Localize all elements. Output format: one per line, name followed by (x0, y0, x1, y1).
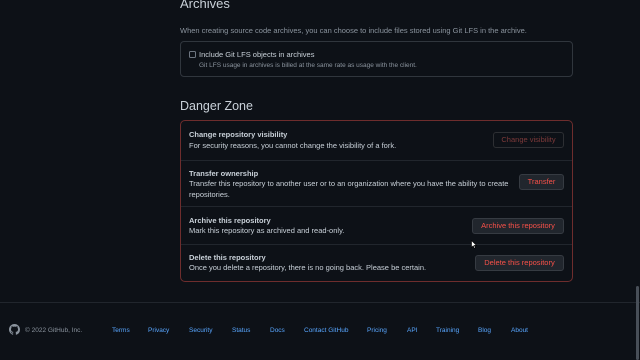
page-scrollbar[interactable] (636, 286, 639, 360)
footer-link-security[interactable]: Security (189, 326, 212, 335)
footer-link-training[interactable]: Training (436, 326, 459, 335)
danger-row-description: For security reasons, you cannot change … (189, 141, 397, 150)
footer-copyright: © 2022 GitHub, Inc. (25, 327, 83, 334)
archives-description: When creating source code archives, you … (180, 26, 527, 35)
include-lfs-note: Git LFS usage in archives is billed at t… (199, 62, 417, 69)
danger-row-description: Transfer this repository to another user… (189, 179, 509, 199)
danger-row-transfer: Transfer ownership Transfer this reposit… (181, 161, 572, 207)
footer-link-terms[interactable]: Terms (112, 326, 130, 335)
footer-link-blog[interactable]: Blog (478, 326, 491, 335)
footer-link-pricing[interactable]: Pricing (367, 326, 387, 335)
danger-row-visibility: Change repository visibility For securit… (181, 121, 572, 161)
danger-row-title: Transfer ownership (189, 169, 259, 178)
danger-row-description: Mark this repository as archived and rea… (189, 226, 345, 235)
github-mark-icon[interactable] (9, 324, 20, 335)
site-footer: © 2022 GitHub, Inc. Terms Privacy Securi… (0, 302, 640, 360)
danger-row-description: Once you delete a repository, there is n… (189, 263, 427, 272)
danger-row-title: Change repository visibility (189, 130, 288, 139)
footer-link-privacy[interactable]: Privacy (148, 326, 169, 335)
danger-zone-heading: Danger Zone (180, 99, 253, 113)
footer-link-contact[interactable]: Contact GitHub (304, 326, 348, 335)
include-lfs-checkbox[interactable] (189, 51, 196, 58)
danger-zone-box: Change repository visibility For securit… (180, 120, 573, 282)
footer-link-about[interactable]: About (511, 326, 528, 335)
footer-link-api[interactable]: API (407, 326, 417, 335)
footer-link-docs[interactable]: Docs (270, 326, 285, 335)
change-visibility-button[interactable]: Change visibility (493, 132, 564, 148)
danger-row-title: Archive this repository (189, 216, 271, 225)
footer-link-status[interactable]: Status (232, 326, 250, 335)
lfs-option-box: Include Git LFS objects in archives Git … (180, 41, 573, 77)
danger-row-archive: Archive this repository Mark this reposi… (181, 207, 572, 245)
danger-row-title: Delete this repository (189, 253, 266, 262)
transfer-button[interactable]: Transfer (519, 174, 564, 190)
archive-repository-button[interactable]: Archive this repository (472, 218, 564, 234)
mouse-pointer-icon (471, 240, 477, 249)
include-lfs-label[interactable]: Include Git LFS objects in archives (199, 50, 314, 60)
archives-heading: Archives (180, 0, 230, 11)
danger-row-delete: Delete this repository Once you delete a… (181, 245, 572, 282)
delete-repository-button[interactable]: Delete this repository (475, 255, 564, 271)
